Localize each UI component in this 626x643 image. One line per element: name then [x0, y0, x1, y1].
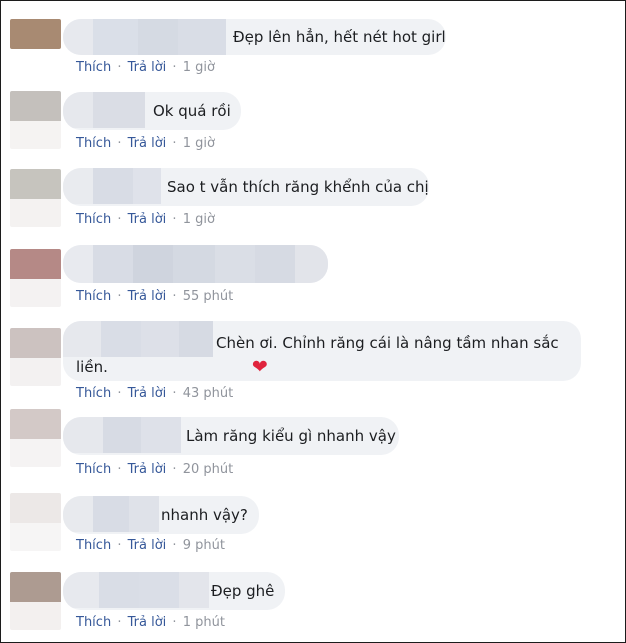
separator: ·	[117, 462, 122, 477]
blurred-author-name	[63, 19, 226, 55]
like-link[interactable]: Thích	[76, 538, 111, 553]
comment-text: nhanh vậy?	[161, 506, 248, 524]
comment-actions: Thích · Trả lời · 1 giờ	[76, 136, 215, 152]
separator: ·	[172, 386, 177, 401]
reply-link[interactable]: Trả lời	[128, 289, 167, 304]
comment-bubble: Làm răng kiểu gì nhanh vậy	[63, 417, 399, 455]
separator: ·	[117, 212, 122, 227]
reply-link[interactable]: Trả lời	[128, 212, 167, 227]
separator: ·	[117, 615, 122, 630]
comment-time[interactable]: 1 phút	[183, 615, 225, 630]
reply-link[interactable]: Trả lời	[128, 538, 167, 553]
separator: ·	[117, 60, 122, 75]
like-link[interactable]: Thích	[76, 615, 111, 630]
like-link[interactable]: Thích	[76, 212, 111, 227]
comment-bubble: Sao t vẫn thích răng khểnh của chị	[63, 168, 429, 206]
comment-time[interactable]: 1 giờ	[183, 212, 215, 227]
avatar[interactable]	[10, 91, 61, 149]
comment-actions: Thích · Trả lời · 1 giờ	[76, 60, 215, 76]
comment-time[interactable]: 1 giờ	[183, 60, 215, 75]
comment-actions: Thích · Trả lời · 1 phút	[76, 615, 225, 631]
comment-time[interactable]: 43 phút	[183, 386, 234, 401]
blurred-author-name	[63, 417, 181, 453]
comment-text: Sao t vẫn thích răng khểnh của chị	[167, 178, 429, 196]
heart-icon: ❤	[251, 356, 268, 378]
separator: ·	[172, 289, 177, 304]
separator: ·	[117, 289, 122, 304]
avatar[interactable]	[10, 249, 61, 307]
avatar[interactable]	[10, 493, 61, 551]
separator: ·	[172, 136, 177, 151]
blurred-author-name	[63, 92, 145, 128]
separator: ·	[172, 60, 177, 75]
reply-link[interactable]: Trả lời	[128, 386, 167, 401]
comment-text: Làm răng kiểu gì nhanh vậy	[186, 427, 396, 445]
avatar[interactable]	[10, 169, 61, 227]
comment-time[interactable]: 20 phút	[183, 462, 234, 477]
comment-bubble: Chèn ơi. Chỉnh răng cái là nâng tầm nhan…	[63, 321, 581, 381]
separator: ·	[172, 212, 177, 227]
separator: ·	[117, 136, 122, 151]
comment-bubble: nhanh vậy?	[63, 496, 259, 534]
like-link[interactable]: Thích	[76, 60, 111, 75]
blurred-author-name	[63, 496, 159, 532]
comment-text: Đẹp ghê	[211, 582, 275, 600]
comment-bubble: Đẹp ghê	[63, 572, 285, 610]
comment-actions: Thích · Trả lời · 9 phút	[76, 538, 225, 554]
separator: ·	[117, 538, 122, 553]
avatar[interactable]	[10, 572, 61, 630]
reply-link[interactable]: Trả lời	[128, 615, 167, 630]
comment-time[interactable]: 55 phút	[183, 289, 234, 304]
comment-actions: Thích · Trả lời · 20 phút	[76, 462, 233, 478]
blurred-author-name	[63, 168, 161, 204]
like-link[interactable]: Thích	[76, 136, 111, 151]
like-link[interactable]: Thích	[76, 386, 111, 401]
blurred-author-name	[63, 245, 328, 283]
like-link[interactable]: Thích	[76, 462, 111, 477]
avatar[interactable]	[10, 19, 61, 49]
comment-time[interactable]: 9 phút	[183, 538, 225, 553]
comment-actions: Thích · Trả lời · 55 phút	[76, 289, 233, 305]
comment-actions: Thích · Trả lời · 1 giờ	[76, 212, 215, 228]
comment-thread: Đẹp lên hẳn, hết nét hot girl Thích · Tr…	[0, 0, 626, 643]
like-link[interactable]: Thích	[76, 289, 111, 304]
comment-time[interactable]: 1 giờ	[183, 136, 215, 151]
avatar[interactable]	[10, 328, 61, 386]
reply-link[interactable]: Trả lời	[128, 136, 167, 151]
separator: ·	[172, 538, 177, 553]
avatar[interactable]	[10, 409, 61, 467]
blurred-author-name	[63, 572, 209, 608]
comment-bubble: Ok quá rồi	[63, 92, 241, 130]
separator: ·	[172, 462, 177, 477]
reply-link[interactable]: Trả lời	[128, 462, 167, 477]
comment-text: Chèn ơi. Chỉnh răng cái là nâng tầm nhan…	[76, 331, 576, 379]
comment-bubble: Đẹp lên hẳn, hết nét hot girl	[63, 19, 446, 55]
separator: ·	[117, 386, 122, 401]
comment-text: Ok quá rồi	[153, 102, 231, 120]
comment-actions: Thích · Trả lời · 43 phút	[76, 386, 233, 402]
comment-text: Đẹp lên hẳn, hết nét hot girl	[233, 28, 446, 46]
reply-link[interactable]: Trả lời	[128, 60, 167, 75]
separator: ·	[172, 615, 177, 630]
comment-bubble	[63, 245, 328, 283]
